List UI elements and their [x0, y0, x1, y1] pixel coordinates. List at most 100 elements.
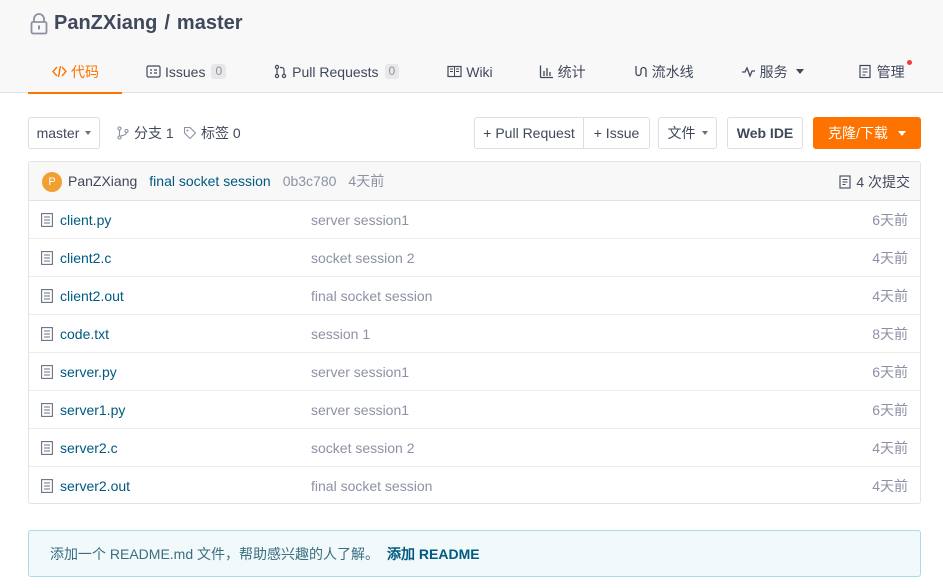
tab-pull-requests-label: Pull Requests — [292, 63, 379, 80]
file-time: 4天前 — [872, 249, 908, 266]
add-readme-link[interactable]: 添加 README — [387, 544, 480, 564]
bar-chart-icon — [539, 65, 553, 79]
chevron-down-icon — [85, 131, 92, 135]
pull-request-icon — [274, 64, 287, 79]
tab-stats-label: 统计 — [557, 63, 586, 80]
chevron-down-icon — [795, 69, 804, 74]
pipeline-icon — [635, 66, 647, 77]
file-name-link[interactable]: code.txt — [60, 326, 311, 342]
file-commit-message-link[interactable]: socket session 2 — [311, 250, 415, 266]
file-row: server1.py server session1 6天前 — [29, 391, 920, 429]
tab-services-label: 服务 — [759, 63, 788, 80]
file-time: 4天前 — [872, 439, 908, 456]
repo-title: PanZXiang / master — [30, 12, 243, 35]
file-commit-message-link[interactable]: server session1 — [311, 364, 409, 380]
tags-link[interactable]: 标签 0 — [183, 117, 241, 149]
latest-commit-bar: P PanZXiang final socket session 0b3c780… — [29, 162, 920, 201]
tab-pull-requests[interactable]: Pull Requests 0 — [273, 50, 400, 93]
file-menu-button[interactable]: 文件 — [658, 117, 717, 149]
repo-separator: / — [164, 12, 170, 34]
lock-icon — [30, 12, 48, 34]
repo-toolbar: master 分支 1 标签 0 + Pull Request + Issue … — [28, 117, 921, 149]
file-time: 4天前 — [872, 478, 908, 494]
avatar[interactable]: P — [42, 172, 62, 192]
file-commit-message-link[interactable]: final socket session — [311, 288, 432, 304]
file-icon — [41, 326, 53, 341]
tab-issues[interactable]: Issues 0 — [146, 50, 227, 93]
file-commit-message-link[interactable]: final socket session — [311, 478, 432, 494]
file-name-link[interactable]: client2.out — [60, 288, 311, 304]
branch-icon — [117, 126, 129, 140]
file-icon — [41, 364, 53, 379]
tab-wiki[interactable]: Wiki — [447, 50, 493, 93]
file-name-link[interactable]: server.py — [60, 364, 311, 380]
file-time: 8天前 — [872, 325, 908, 342]
file-name-link[interactable]: server2.out — [60, 478, 311, 494]
file-name-link[interactable]: server1.py — [60, 402, 311, 418]
commit-sha-link[interactable]: 0b3c780 — [283, 173, 337, 189]
file-name-link[interactable]: client.py — [60, 212, 311, 228]
file-row: client2.out final socket session 4天前 — [29, 277, 920, 315]
file-icon — [41, 402, 53, 417]
file-commit-message-link[interactable]: socket session 2 — [311, 440, 415, 456]
commit-time: 4天前 — [348, 173, 385, 189]
branch-select-value: master — [36, 125, 80, 141]
file-icon — [41, 250, 53, 265]
code-icon — [52, 65, 67, 78]
file-icon — [41, 212, 53, 227]
branch-select[interactable]: master — [28, 117, 100, 149]
tab-issues-label: Issues — [165, 63, 206, 80]
file-row: server2.c socket session 2 4天前 — [29, 429, 920, 467]
file-time: 6天前 — [872, 401, 908, 418]
readme-notice: 添加一个 README.md 文件，帮助感兴趣的人了解。 添加 README — [28, 530, 921, 577]
tab-pipeline-label: 流水线 — [651, 63, 694, 80]
file-row: client2.c socket session 2 4天前 — [29, 239, 920, 277]
repo-header: PanZXiang / master 代码 Issues 0 Pull Requ… — [0, 0, 943, 94]
new-issue-button[interactable]: + Issue — [583, 117, 650, 149]
file-commit-message-link[interactable]: session 1 — [311, 326, 370, 342]
tab-manage-label: 管理 — [876, 63, 905, 80]
file-time: 6天前 — [872, 211, 908, 228]
clone-download-label: 克隆/下载 — [828, 125, 888, 141]
repo-name-link[interactable]: master — [177, 12, 243, 35]
tags-label: 标签 0 — [201, 125, 241, 141]
file-icon — [41, 440, 53, 455]
chevron-down-icon — [897, 130, 906, 136]
branches-link[interactable]: 分支 1 — [116, 117, 174, 149]
tab-services[interactable]: 服务 — [741, 50, 804, 93]
book-icon — [447, 65, 462, 78]
commit-author-link[interactable]: PanZXiang — [68, 173, 137, 189]
commit-count-label: 4 次提交 — [856, 173, 910, 190]
readme-notice-text: 添加一个 README.md 文件，帮助感兴趣的人了解。 — [50, 545, 380, 562]
file-name-link[interactable]: client2.c — [60, 250, 311, 266]
tab-manage[interactable]: 管理 — [858, 50, 912, 93]
file-row: client.py server session1 6天前 — [29, 201, 920, 239]
issues-count-badge: 0 — [211, 64, 227, 79]
file-row: server.py server session1 6天前 — [29, 353, 920, 391]
tab-code[interactable]: 代码 — [28, 50, 122, 94]
manage-icon — [859, 64, 871, 79]
file-name-link[interactable]: server2.c — [60, 440, 311, 456]
tab-wiki-label: Wiki — [466, 63, 493, 80]
commit-count-link[interactable]: 4 次提交 — [838, 162, 910, 201]
file-list: P PanZXiang final socket session 0b3c780… — [28, 161, 921, 504]
commit-message-link[interactable]: final socket session — [149, 173, 270, 189]
clone-download-button[interactable]: 克隆/下载 — [813, 117, 921, 149]
new-pull-request-button[interactable]: + Pull Request — [474, 117, 584, 149]
notification-dot — [906, 60, 912, 65]
issues-icon — [146, 65, 161, 78]
file-commit-message-link[interactable]: server session1 — [311, 402, 409, 418]
file-icon — [41, 479, 53, 493]
file-time: 6天前 — [872, 363, 908, 380]
tab-stats[interactable]: 统计 — [539, 50, 586, 93]
tab-pipeline[interactable]: 流水线 — [633, 50, 694, 93]
file-row: server2.out final socket session 4天前 — [29, 467, 920, 505]
file-commit-message-link[interactable]: server session1 — [311, 212, 409, 228]
repo-tabs: 代码 Issues 0 Pull Requests 0 Wiki 统计 流水线 … — [28, 50, 912, 94]
chevron-down-icon — [701, 131, 708, 135]
pull-requests-count-badge: 0 — [384, 64, 400, 79]
web-ide-button[interactable]: Web IDE — [727, 117, 803, 149]
repo-owner-link[interactable]: PanZXiang — [54, 12, 157, 35]
file-icon — [41, 288, 53, 303]
branches-label: 分支 1 — [134, 125, 174, 141]
